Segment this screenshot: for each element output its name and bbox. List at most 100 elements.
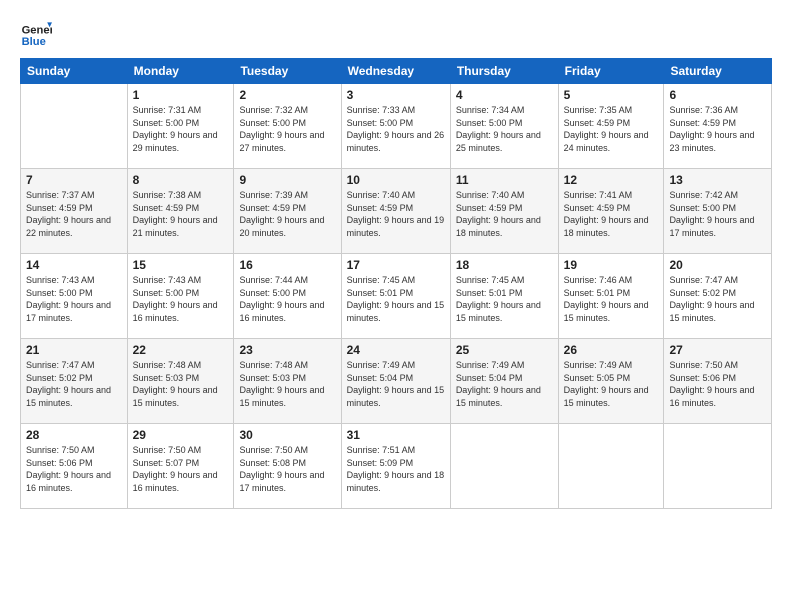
weekday-header: Tuesday [234, 59, 341, 84]
day-number: 6 [669, 88, 766, 102]
day-number: 24 [347, 343, 445, 357]
day-number: 14 [26, 258, 122, 272]
day-number: 27 [669, 343, 766, 357]
day-info: Sunrise: 7:47 AMSunset: 5:02 PMDaylight:… [26, 359, 122, 409]
weekday-header: Wednesday [341, 59, 450, 84]
day-info: Sunrise: 7:43 AMSunset: 5:00 PMDaylight:… [133, 274, 229, 324]
day-info: Sunrise: 7:37 AMSunset: 4:59 PMDaylight:… [26, 189, 122, 239]
calendar-cell: 1 Sunrise: 7:31 AMSunset: 5:00 PMDaylight… [127, 84, 234, 169]
calendar-cell: 30 Sunrise: 7:50 AMSunset: 5:08 PMDayligh… [234, 424, 341, 509]
day-info: Sunrise: 7:39 AMSunset: 4:59 PMDaylight:… [239, 189, 335, 239]
weekday-header: Friday [558, 59, 664, 84]
day-info: Sunrise: 7:32 AMSunset: 5:00 PMDaylight:… [239, 104, 335, 154]
day-number: 13 [669, 173, 766, 187]
calendar-cell: 16Sunrise: 7:44 AMSunset: 5:00 PMDayligh… [234, 254, 341, 339]
calendar-week-row: 14 Sunrise: 7:43 AMSunset: 5:00 PMDayligh… [21, 254, 772, 339]
calendar-week-row: 7 Sunrise: 7:37 AMSunset: 4:59 PMDaylight… [21, 169, 772, 254]
day-info: Sunrise: 7:45 AMSunset: 5:01 PMDaylight:… [456, 274, 553, 324]
calendar-week-row: 21 Sunrise: 7:47 AMSunset: 5:02 PMDayligh… [21, 339, 772, 424]
weekday-header: Thursday [450, 59, 558, 84]
day-info: Sunrise: 7:45 AMSunset: 5:01 PMDaylight:… [347, 274, 445, 324]
day-number: 28 [26, 428, 122, 442]
calendar-cell: 3Sunrise: 7:33 AMSunset: 5:00 PMDaylight… [341, 84, 450, 169]
day-info: Sunrise: 7:42 AMSunset: 5:00 PMDaylight:… [669, 189, 766, 239]
day-number: 1 [133, 88, 229, 102]
day-number: 20 [669, 258, 766, 272]
calendar-cell: 2 Sunrise: 7:32 AMSunset: 5:00 PMDaylight… [234, 84, 341, 169]
calendar-cell: 25Sunrise: 7:49 AMSunset: 5:04 PMDayligh… [450, 339, 558, 424]
day-number: 18 [456, 258, 553, 272]
calendar-cell: 5 Sunrise: 7:35 AMSunset: 4:59 PMDaylight… [558, 84, 664, 169]
day-number: 4 [456, 88, 553, 102]
day-info: Sunrise: 7:40 AMSunset: 4:59 PMDaylight:… [456, 189, 553, 239]
day-number: 9 [239, 173, 335, 187]
calendar-page: General Blue SundayMondayTuesdayWednesda… [0, 0, 792, 612]
day-number: 30 [239, 428, 335, 442]
day-info: Sunrise: 7:50 AMSunset: 5:08 PMDaylight:… [239, 444, 335, 494]
calendar-cell [450, 424, 558, 509]
day-number: 17 [347, 258, 445, 272]
calendar-cell: 14 Sunrise: 7:43 AMSunset: 5:00 PMDayligh… [21, 254, 128, 339]
day-info: Sunrise: 7:48 AMSunset: 5:03 PMDaylight:… [239, 359, 335, 409]
day-info: Sunrise: 7:43 AMSunset: 5:00 PMDaylight:… [26, 274, 122, 324]
header-row: SundayMondayTuesdayWednesdayThursdayFrid… [21, 59, 772, 84]
svg-text:General: General [22, 25, 52, 37]
day-number: 19 [564, 258, 659, 272]
calendar-cell: 23 Sunrise: 7:48 AMSunset: 5:03 PMDayligh… [234, 339, 341, 424]
day-info: Sunrise: 7:46 AMSunset: 5:01 PMDaylight:… [564, 274, 659, 324]
day-info: Sunrise: 7:50 AMSunset: 5:06 PMDaylight:… [26, 444, 122, 494]
day-number: 11 [456, 173, 553, 187]
svg-text:Blue: Blue [22, 36, 46, 48]
calendar-cell: 19 Sunrise: 7:46 AMSunset: 5:01 PMDayligh… [558, 254, 664, 339]
calendar-week-row: 1 Sunrise: 7:31 AMSunset: 5:00 PMDaylight… [21, 84, 772, 169]
calendar-cell: 6 Sunrise: 7:36 AMSunset: 4:59 PMDaylight… [664, 84, 772, 169]
calendar-cell: 4 Sunrise: 7:34 AMSunset: 5:00 PMDaylight… [450, 84, 558, 169]
calendar-cell [21, 84, 128, 169]
calendar-cell: 11 Sunrise: 7:40 AMSunset: 4:59 PMDayligh… [450, 169, 558, 254]
day-info: Sunrise: 7:50 AMSunset: 5:07 PMDaylight:… [133, 444, 229, 494]
calendar-cell: 29Sunrise: 7:50 AMSunset: 5:07 PMDayligh… [127, 424, 234, 509]
day-info: Sunrise: 7:49 AMSunset: 5:04 PMDaylight:… [347, 359, 445, 409]
calendar-cell: 24 Sunrise: 7:49 AMSunset: 5:04 PMDayligh… [341, 339, 450, 424]
calendar-cell: 10Sunrise: 7:40 AMSunset: 4:59 PMDayligh… [341, 169, 450, 254]
calendar-cell: 17 Sunrise: 7:45 AMSunset: 5:01 PMDayligh… [341, 254, 450, 339]
header: General Blue [20, 16, 772, 48]
calendar-cell: 26 Sunrise: 7:49 AMSunset: 5:05 PMDayligh… [558, 339, 664, 424]
calendar-cell: 22Sunrise: 7:48 AMSunset: 5:03 PMDayligh… [127, 339, 234, 424]
day-number: 7 [26, 173, 122, 187]
calendar-cell: 28 Sunrise: 7:50 AMSunset: 5:06 PMDayligh… [21, 424, 128, 509]
day-info: Sunrise: 7:49 AMSunset: 5:04 PMDaylight:… [456, 359, 553, 409]
day-info: Sunrise: 7:49 AMSunset: 5:05 PMDaylight:… [564, 359, 659, 409]
calendar-cell: 20 Sunrise: 7:47 AMSunset: 5:02 PMDayligh… [664, 254, 772, 339]
day-info: Sunrise: 7:38 AMSunset: 4:59 PMDaylight:… [133, 189, 229, 239]
day-info: Sunrise: 7:35 AMSunset: 4:59 PMDaylight:… [564, 104, 659, 154]
day-number: 22 [133, 343, 229, 357]
day-number: 15 [133, 258, 229, 272]
weekday-header: Sunday [21, 59, 128, 84]
day-number: 10 [347, 173, 445, 187]
day-number: 2 [239, 88, 335, 102]
day-number: 31 [347, 428, 445, 442]
day-info: Sunrise: 7:31 AMSunset: 5:00 PMDaylight:… [133, 104, 229, 154]
day-number: 16 [239, 258, 335, 272]
calendar-cell: 8 Sunrise: 7:38 AMSunset: 4:59 PMDaylight… [127, 169, 234, 254]
day-number: 21 [26, 343, 122, 357]
calendar-cell: 12Sunrise: 7:41 AMSunset: 4:59 PMDayligh… [558, 169, 664, 254]
day-info: Sunrise: 7:34 AMSunset: 5:00 PMDaylight:… [456, 104, 553, 154]
day-info: Sunrise: 7:36 AMSunset: 4:59 PMDaylight:… [669, 104, 766, 154]
day-info: Sunrise: 7:50 AMSunset: 5:06 PMDaylight:… [669, 359, 766, 409]
weekday-header: Saturday [664, 59, 772, 84]
day-number: 26 [564, 343, 659, 357]
calendar-cell [664, 424, 772, 509]
calendar-cell: 21 Sunrise: 7:47 AMSunset: 5:02 PMDayligh… [21, 339, 128, 424]
calendar-cell [558, 424, 664, 509]
calendar-table: SundayMondayTuesdayWednesdayThursdayFrid… [20, 58, 772, 509]
day-info: Sunrise: 7:33 AMSunset: 5:00 PMDaylight:… [347, 104, 445, 154]
calendar-cell: 7 Sunrise: 7:37 AMSunset: 4:59 PMDaylight… [21, 169, 128, 254]
calendar-cell: 31Sunrise: 7:51 AMSunset: 5:09 PMDayligh… [341, 424, 450, 509]
day-number: 23 [239, 343, 335, 357]
logo: General Blue [20, 16, 56, 48]
day-info: Sunrise: 7:47 AMSunset: 5:02 PMDaylight:… [669, 274, 766, 324]
day-number: 8 [133, 173, 229, 187]
day-number: 5 [564, 88, 659, 102]
